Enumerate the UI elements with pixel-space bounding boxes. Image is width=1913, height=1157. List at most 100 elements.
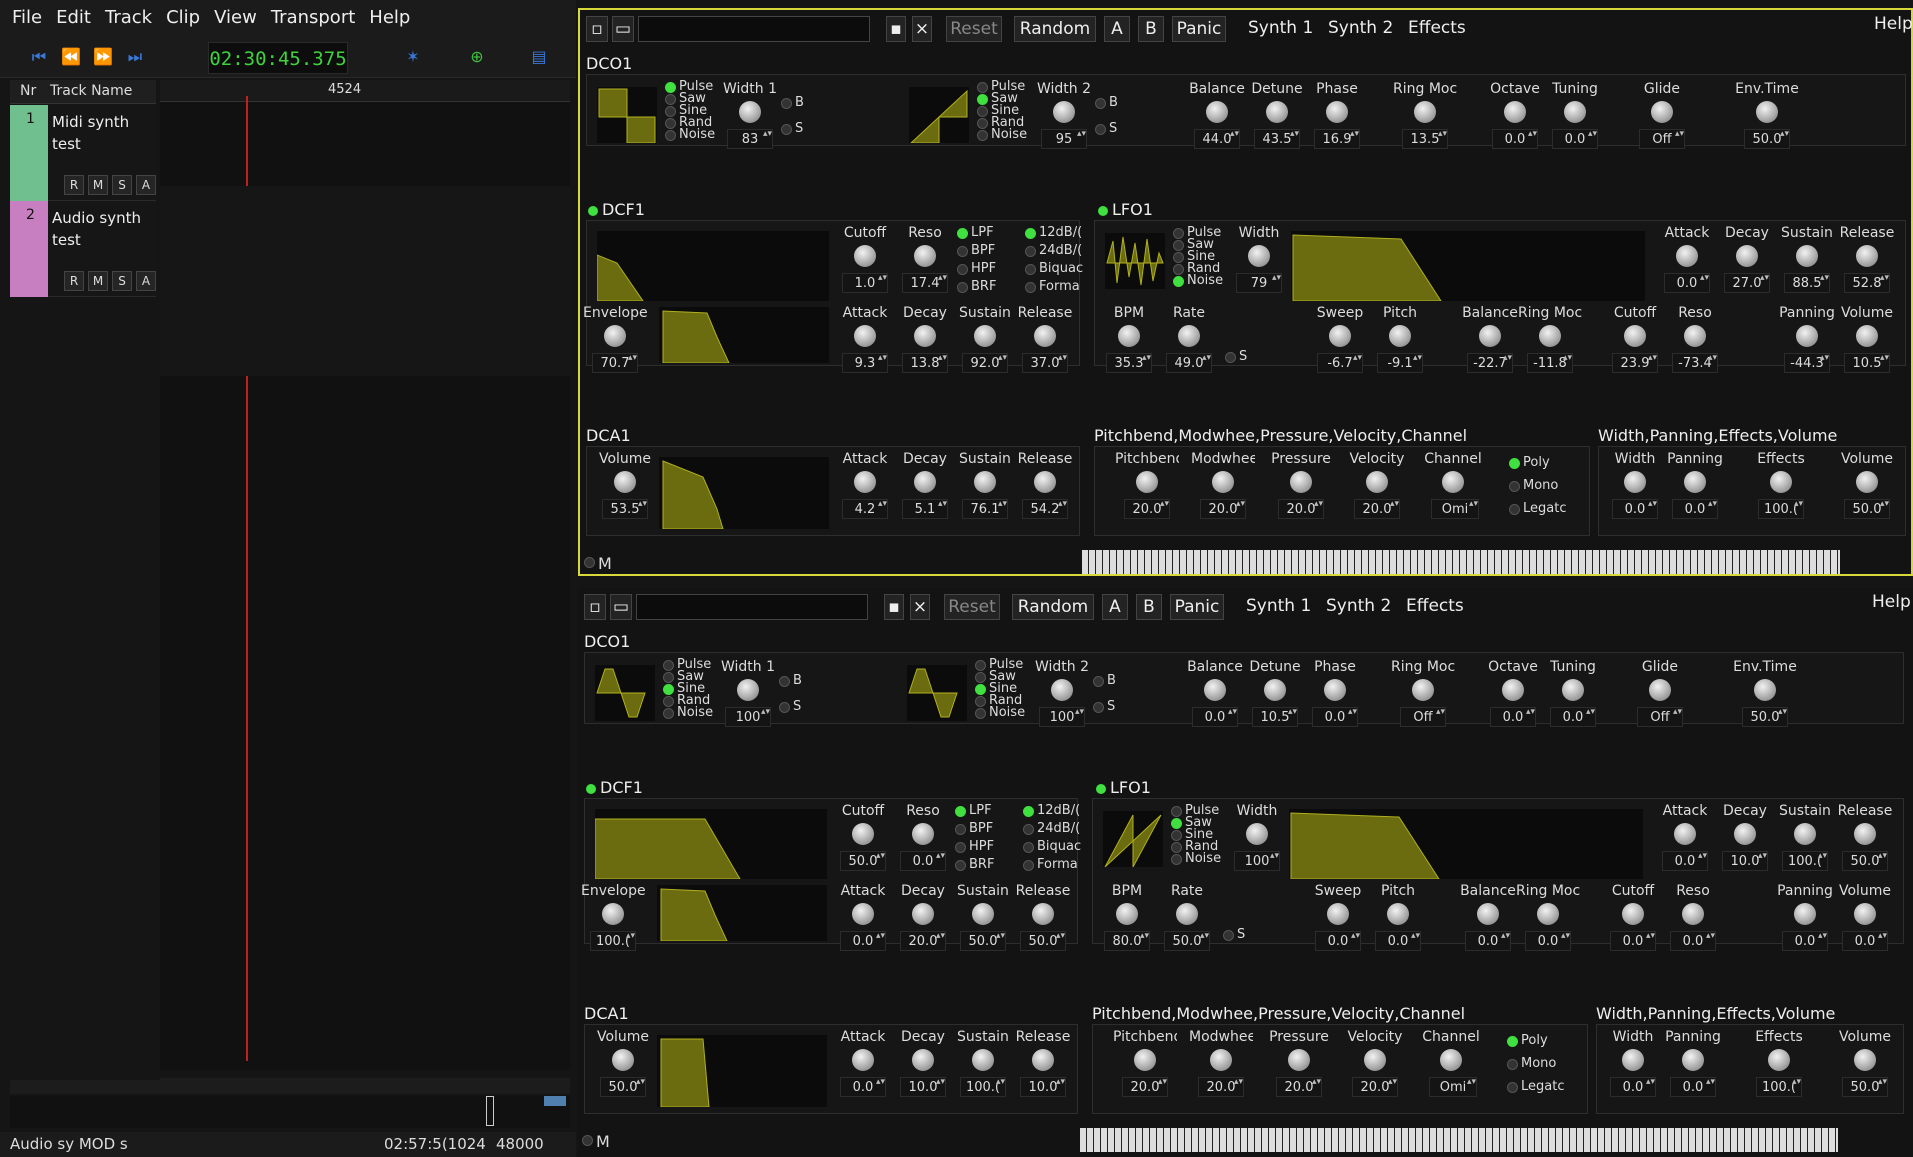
voice-mode-mono[interactable]: Mono [1509, 478, 1558, 493]
lfo-sustain-value[interactable]: 88.5 [1784, 273, 1830, 293]
lfo-wave-noise[interactable]: Noise [1171, 851, 1221, 866]
dco-balance-knob[interactable] [1206, 101, 1228, 123]
dca-release-knob[interactable] [1032, 1049, 1054, 1071]
lfo-cutoff-6-value[interactable]: 0.0 [1610, 931, 1656, 951]
transport-clock[interactable]: 02:30:45.375 [208, 42, 348, 74]
width2-value[interactable]: 95 [1041, 129, 1087, 149]
dcf-envelope-knob[interactable] [604, 325, 626, 347]
new-preset-icon[interactable]: ▫ [584, 594, 606, 620]
dco-envtime-knob[interactable] [1754, 679, 1776, 701]
lfo-reso-7-value[interactable]: 0.0 [1670, 931, 1716, 951]
dcf-env-display[interactable] [659, 307, 829, 363]
lfo-rate-knob[interactable] [1176, 903, 1198, 925]
new-preset-icon[interactable]: ▫ [586, 16, 608, 42]
wave2-display[interactable] [907, 665, 967, 721]
dcf-decay-value[interactable]: 20.0 [900, 931, 946, 951]
lfo-sweep-2-knob[interactable] [1329, 325, 1351, 347]
piano-keyboard[interactable] [1082, 550, 1840, 574]
dco-glide-value[interactable]: Off [1639, 129, 1685, 149]
out-width-knob[interactable] [1624, 471, 1646, 493]
mixer-icon[interactable]: ▤ [528, 46, 550, 68]
reset-button[interactable]: Reset [946, 16, 1002, 42]
dco-phase-knob[interactable] [1324, 679, 1346, 701]
dca-attack-knob[interactable] [854, 471, 876, 493]
voice-mode-legatc[interactable]: Legatc [1507, 1079, 1564, 1094]
track-btn-m[interactable]: M [88, 175, 108, 195]
lfo-attack-value[interactable]: 0.0 [1662, 851, 1708, 871]
voice-mode-mono[interactable]: Mono [1507, 1056, 1556, 1071]
dco-envtime-knob[interactable] [1756, 101, 1778, 123]
def-pitchbend-value[interactable]: 20.0 [1122, 1077, 1168, 1097]
lfo-release-value[interactable]: 50.0 [1842, 851, 1888, 871]
filter-lpf[interactable]: LPF [955, 803, 992, 818]
out-panning-value[interactable]: 0.0 [1672, 499, 1718, 519]
dco-octave-knob[interactable] [1502, 679, 1524, 701]
preset-combo[interactable] [636, 594, 868, 620]
lfo-cutoff-6-knob[interactable] [1624, 325, 1646, 347]
out-panning-knob[interactable] [1682, 1049, 1704, 1071]
lfo-width-value[interactable]: 100 [1234, 851, 1280, 871]
dca-env-display[interactable] [657, 1035, 827, 1107]
out-effects-value[interactable]: 100.( [1758, 499, 1804, 519]
lfo-ringmoc-5-value[interactable]: 0.0 [1525, 931, 1571, 951]
filter-hpf[interactable]: HPF [955, 839, 994, 854]
lfo-balance-4-value[interactable]: -22.7 [1467, 353, 1513, 373]
lfo-cutoff-6-knob[interactable] [1622, 903, 1644, 925]
filter-bpf[interactable]: BPF [955, 821, 993, 836]
dco-envtime-value[interactable]: 50.0 [1742, 707, 1788, 727]
sync2-sync2[interactable]: S [1095, 121, 1117, 136]
lfo-release-knob[interactable] [1854, 823, 1876, 845]
forward-end-icon[interactable]: ⏭ [124, 46, 146, 68]
dcf-sustain-knob[interactable] [974, 325, 996, 347]
reso-value[interactable]: 17.4 [902, 273, 948, 293]
lfo-sync-sync[interactable]: S [1225, 349, 1247, 364]
lfo-sustain-knob[interactable] [1796, 245, 1818, 267]
wave1-display[interactable] [595, 665, 655, 721]
dco-glide-knob[interactable] [1651, 101, 1673, 123]
def-velocity-value[interactable]: 20.0 [1354, 499, 1400, 519]
lfo-wave-display[interactable] [1105, 233, 1165, 289]
dca-decay-knob[interactable] [914, 471, 936, 493]
dco-ringmoc-value[interactable]: 13.5 [1402, 129, 1448, 149]
out-panning-knob[interactable] [1684, 471, 1706, 493]
track-btn-a[interactable]: A [136, 271, 156, 291]
dca-volume-knob[interactable] [612, 1049, 634, 1071]
dcf-enable-led[interactable] [586, 784, 596, 794]
dcf-env-display[interactable] [657, 885, 827, 941]
reso-knob[interactable] [912, 823, 934, 845]
def-modwhee-knob[interactable] [1210, 1049, 1232, 1071]
lfo-sync-sync[interactable]: S [1223, 927, 1245, 942]
out-width-knob[interactable] [1622, 1049, 1644, 1071]
dcf-release-knob[interactable] [1032, 903, 1054, 925]
dcf-sustain-value[interactable]: 92.0 [962, 353, 1008, 373]
help-link[interactable]: Help [1874, 12, 1913, 38]
piano-keyboard[interactable] [1080, 1128, 1838, 1152]
menu-edit[interactable]: Edit [56, 7, 91, 28]
width1-value[interactable]: 100 [725, 707, 771, 727]
track-btn-s[interactable]: S [112, 271, 132, 291]
slope-biquac[interactable]: Biquac [1025, 261, 1083, 276]
delete-preset-icon[interactable]: × [912, 16, 932, 42]
width2-knob[interactable] [1051, 679, 1073, 701]
lfo-env-display[interactable] [1289, 809, 1643, 879]
lfo-pitch-3-knob[interactable] [1389, 325, 1411, 347]
lfo-panning-8-knob[interactable] [1796, 325, 1818, 347]
def-pitchbend-knob[interactable] [1134, 1049, 1156, 1071]
lfo-balance-4-knob[interactable] [1479, 325, 1501, 347]
dca-volume-value[interactable]: 50.0 [600, 1077, 646, 1097]
dca-decay-value[interactable]: 10.0 [900, 1077, 946, 1097]
dcf-decay-knob[interactable] [912, 903, 934, 925]
width2-value[interactable]: 100 [1039, 707, 1085, 727]
reso-knob[interactable] [914, 245, 936, 267]
lfo-decay-knob[interactable] [1736, 245, 1758, 267]
lfo-enable-led[interactable] [1098, 206, 1108, 216]
lfo-bpm-knob[interactable] [1118, 325, 1140, 347]
preset-a-button[interactable]: A [1102, 594, 1128, 620]
slope-24db[interactable]: 24dB/( [1025, 243, 1082, 258]
dcf-attack-knob[interactable] [852, 903, 874, 925]
def-velocity-value[interactable]: 20.0 [1352, 1077, 1398, 1097]
lfo-decay-value[interactable]: 10.0 [1722, 851, 1768, 871]
lfo-ringmoc-5-knob[interactable] [1537, 903, 1559, 925]
dco-phase-knob[interactable] [1326, 101, 1348, 123]
lfo-release-knob[interactable] [1856, 245, 1878, 267]
